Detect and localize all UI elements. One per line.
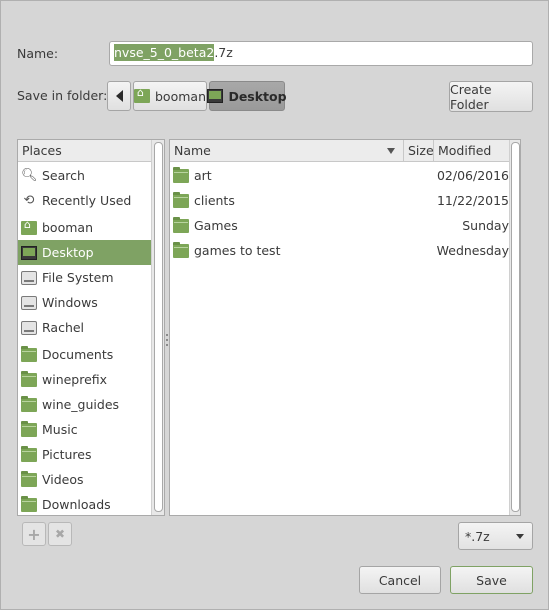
places-item-rachel[interactable]: Rachel: [18, 315, 151, 340]
places-item-label: wine_guides: [42, 397, 120, 412]
places-item-label: Videos: [42, 472, 84, 487]
folder-icon: [21, 345, 37, 362]
file-name: art: [194, 168, 212, 183]
column-header-modified[interactable]: Modified: [433, 140, 509, 162]
folder-icon: [21, 370, 37, 387]
breadcrumb-label: booman: [155, 88, 206, 104]
search-icon: 🔍︎: [21, 168, 38, 183]
path-back-button[interactable]: [107, 81, 131, 111]
file-list-scrollbar[interactable]: [509, 140, 520, 515]
downloads-folder-icon: [21, 495, 37, 512]
desktop-icon: [21, 245, 37, 260]
file-list: Name Size Modified art 02/06/2016 client…: [169, 139, 521, 516]
places-item-search[interactable]: 🔍︎ Search: [18, 163, 151, 188]
drive-icon: [21, 320, 37, 335]
places-item-label: Pictures: [42, 447, 92, 462]
places-item-label: Music: [42, 422, 78, 437]
file-name: clients: [194, 193, 235, 208]
file-row[interactable]: art 02/06/2016: [170, 163, 509, 188]
places-item-documents[interactable]: Documents: [18, 342, 151, 367]
recent-icon: ⟲: [23, 193, 35, 208]
file-type-filter[interactable]: *.7z: [458, 522, 533, 550]
places-item-label: booman: [42, 220, 93, 235]
column-header-name[interactable]: Name: [170, 140, 403, 162]
column-header-size[interactable]: Size: [403, 140, 434, 162]
file-modified: 11/22/2015: [436, 193, 509, 208]
chevron-down-icon: [516, 534, 524, 539]
folder-icon: [173, 166, 189, 183]
places-item-wine-guides[interactable]: wine_guides: [18, 392, 151, 417]
drive-icon: [21, 295, 37, 310]
save-in-folder-label: Save in folder:: [17, 88, 108, 103]
file-name: Games: [194, 218, 238, 233]
places-scrollbar-thumb[interactable]: [154, 142, 163, 512]
name-field[interactable]: nvse_5_0_beta2.7z: [109, 41, 533, 66]
videos-folder-icon: [21, 470, 37, 487]
cancel-button[interactable]: Cancel: [359, 566, 441, 594]
folder-icon: [173, 216, 189, 233]
places-item-label: wineprefix: [42, 372, 108, 387]
pictures-folder-icon: [21, 445, 37, 462]
places-item-file-system[interactable]: File System: [18, 265, 151, 290]
places-item-music[interactable]: Music: [18, 417, 151, 442]
places-item-label: Downloads: [42, 497, 111, 512]
breadcrumb-booman[interactable]: booman: [133, 81, 207, 111]
breadcrumb-label: Desktop: [228, 88, 287, 104]
close-icon: ✖: [54, 527, 66, 541]
file-name: games to test: [194, 243, 281, 258]
places-item-label: Rachel: [42, 320, 85, 335]
places-item-downloads[interactable]: Downloads: [18, 492, 151, 515]
places-item-label: File System: [42, 270, 114, 285]
column-name-label: Name: [174, 143, 211, 158]
places-header: Places: [18, 140, 151, 162]
places-item-booman[interactable]: booman: [18, 215, 151, 240]
file-modified: Wednesday: [436, 243, 509, 258]
file-row[interactable]: games to test Wednesday: [170, 238, 509, 263]
name-extension-text: .7z: [214, 45, 233, 60]
left-arrow-icon: [115, 90, 123, 102]
file-list-scrollbar-thumb[interactable]: [511, 142, 520, 512]
remove-bookmark-button[interactable]: ✖: [48, 522, 72, 546]
sort-descending-icon: [387, 148, 395, 154]
drive-icon: [21, 270, 37, 285]
places-item-label: Documents: [42, 347, 114, 362]
places-item-recently-used[interactable]: ⟲ Recently Used: [18, 188, 151, 213]
folder-icon: [173, 191, 189, 208]
home-folder-icon: [134, 86, 150, 103]
places-item-pictures[interactable]: Pictures: [18, 442, 151, 467]
places-item-label: Search: [42, 168, 85, 183]
folder-icon: [21, 395, 37, 412]
file-row[interactable]: clients 11/22/2015: [170, 188, 509, 213]
desktop-icon: [207, 89, 224, 103]
places-item-label: Windows: [42, 295, 98, 310]
breadcrumb-desktop[interactable]: Desktop: [207, 81, 287, 111]
file-modified: 02/06/2016: [436, 168, 509, 183]
plus-icon: +: [27, 524, 41, 544]
save-button[interactable]: Save: [450, 566, 533, 594]
save-file-dialog: Name: nvse_5_0_beta2.7z Save in folder: …: [0, 0, 549, 610]
places-item-label: Desktop: [42, 245, 94, 260]
file-row[interactable]: Games Sunday: [170, 213, 509, 238]
places-scrollbar[interactable]: [151, 140, 164, 515]
filter-value: *.7z: [465, 528, 490, 544]
places-item-desktop[interactable]: Desktop: [18, 240, 151, 265]
places-sidebar: Places 🔍︎ Search ⟲ Recently Used booman …: [17, 139, 165, 516]
name-label: Name:: [17, 46, 59, 61]
home-folder-icon: [21, 218, 37, 235]
places-item-label: Recently Used: [42, 193, 132, 208]
music-folder-icon: [21, 420, 37, 437]
places-item-videos[interactable]: Videos: [18, 467, 151, 492]
folder-icon: [173, 241, 189, 258]
add-bookmark-button[interactable]: +: [22, 522, 46, 546]
places-item-wineprefix[interactable]: wineprefix: [18, 367, 151, 392]
file-modified: Sunday: [462, 218, 509, 233]
name-selected-text: nvse_5_0_beta2: [114, 44, 215, 61]
places-item-windows[interactable]: Windows: [18, 290, 151, 315]
create-folder-button[interactable]: Create Folder: [449, 81, 533, 112]
